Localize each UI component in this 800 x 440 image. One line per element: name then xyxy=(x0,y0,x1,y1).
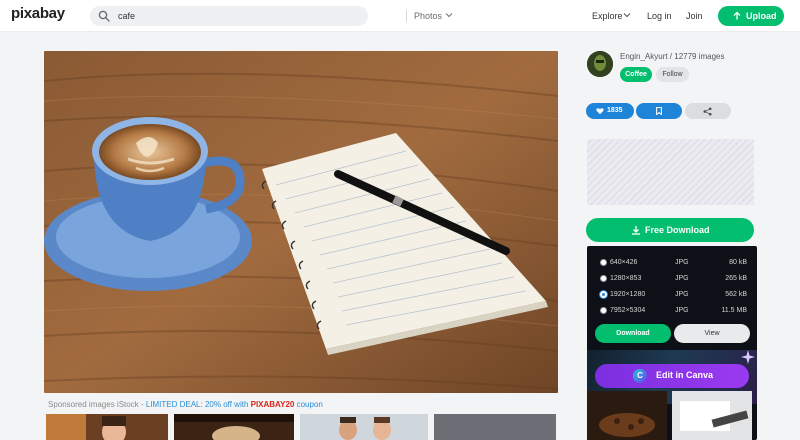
size-format: JPG xyxy=(675,291,689,298)
sponsored-deal-link[interactable]: LIMITED DEAL: 20% off with xyxy=(146,400,251,409)
canva-logo-icon: C xyxy=(633,369,647,383)
share-button[interactable] xyxy=(685,103,731,119)
ad-placeholder xyxy=(587,139,754,205)
pixabay-logo[interactable]: pixabay xyxy=(11,5,65,22)
nav-explore[interactable]: Explore xyxy=(592,11,623,21)
size-format: JPG xyxy=(675,307,689,314)
like-button[interactable]: 1835 xyxy=(586,103,634,119)
size-dimensions: 7952×5304 xyxy=(610,307,646,314)
bookmark-icon xyxy=(656,107,662,115)
share-icon xyxy=(703,107,712,116)
sponsored-prefix: Sponsored images iStock - xyxy=(48,400,146,409)
top-header: pixabay Photos Explore Log in Join Uploa… xyxy=(0,0,800,32)
search-icon xyxy=(98,10,110,22)
author-avatar[interactable] xyxy=(587,51,613,77)
size-option[interactable]: 1920×1280 JPG 562 kB xyxy=(597,289,747,301)
chevron-down-icon xyxy=(445,13,453,18)
search-type-select[interactable]: Photos xyxy=(414,11,442,21)
sponsored-thumb[interactable] xyxy=(300,414,428,440)
size-filesize: 11.5 MB xyxy=(721,307,747,314)
chevron-down-icon xyxy=(623,13,631,18)
size-option[interactable]: 1280×853 JPG 265 kB xyxy=(597,273,747,285)
size-option[interactable]: 7952×5304 JPG 11.5 MB xyxy=(597,305,747,317)
like-count: 1835 xyxy=(607,107,623,114)
edit-in-canva-label: Edit in Canva xyxy=(656,370,714,380)
heart-icon xyxy=(596,108,604,115)
radio-button[interactable] xyxy=(600,275,607,282)
upload-icon xyxy=(733,11,741,20)
size-format: JPG xyxy=(675,259,689,266)
size-filesize: 562 kB xyxy=(725,291,747,298)
main-photo[interactable] xyxy=(44,51,558,393)
upload-button[interactable]: Upload xyxy=(718,6,784,26)
size-dimensions: 1920×1280 xyxy=(610,291,646,298)
search-divider xyxy=(406,10,407,22)
size-filesize: 265 kB xyxy=(725,275,747,282)
related-thumb[interactable] xyxy=(587,391,667,440)
size-option[interactable]: 640×426 JPG 80 kB xyxy=(597,257,747,269)
download-icon xyxy=(632,226,640,235)
free-download-button[interactable]: Free Download xyxy=(586,218,754,242)
search-input[interactable] xyxy=(118,9,298,23)
search-bar[interactable]: Photos xyxy=(90,6,453,26)
author-name[interactable]: Engin_Akyurt / 12779 images xyxy=(620,52,725,61)
sponsored-line: Sponsored images iStock - LIMITED DEAL: … xyxy=(48,400,323,409)
upload-label: Upload xyxy=(746,11,777,21)
size-dimensions: 1280×853 xyxy=(610,275,642,282)
sparkle-icon xyxy=(741,350,755,364)
sponsored-coupon-code[interactable]: PIXABAY20 xyxy=(251,400,295,409)
view-button[interactable]: View xyxy=(674,324,750,343)
size-dimensions: 640×426 xyxy=(610,259,638,266)
download-button[interactable]: Download xyxy=(595,324,671,343)
sponsored-thumb[interactable] xyxy=(174,414,294,440)
sponsored-suffix[interactable]: coupon xyxy=(294,400,323,409)
save-button[interactable] xyxy=(636,103,682,119)
radio-button-selected[interactable] xyxy=(600,291,607,298)
sponsored-thumb[interactable] xyxy=(46,414,168,440)
nav-join[interactable]: Join xyxy=(686,11,703,21)
sponsored-thumb[interactable] xyxy=(434,414,556,440)
radio-button[interactable] xyxy=(600,259,607,266)
tag-coffee[interactable]: Coffee xyxy=(620,67,652,82)
size-format: JPG xyxy=(675,275,689,282)
radio-button[interactable] xyxy=(600,307,607,314)
related-thumb[interactable] xyxy=(672,391,752,440)
size-filesize: 80 kB xyxy=(729,259,747,266)
nav-login[interactable]: Log in xyxy=(647,11,672,21)
follow-button[interactable]: Follow xyxy=(656,67,689,82)
edit-in-canva-button[interactable]: C Edit in Canva xyxy=(595,364,749,388)
free-download-label: Free Download xyxy=(645,225,710,235)
